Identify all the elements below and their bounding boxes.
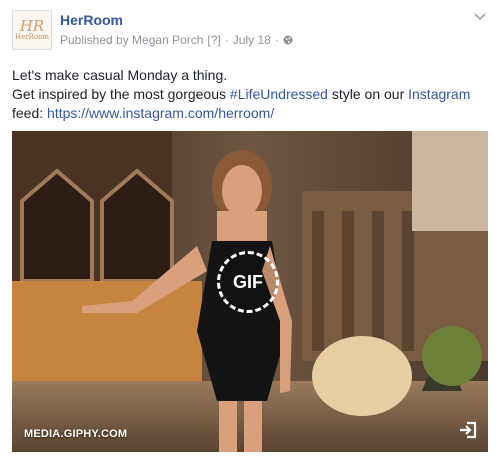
facebook-post: HR HerRoom HerRoom Published by Megan Po… <box>0 0 499 464</box>
post-header: HR HerRoom HerRoom Published by Megan Po… <box>12 10 487 54</box>
globe-icon[interactable] <box>283 35 293 45</box>
post-date-link[interactable]: July 18 <box>233 33 271 47</box>
published-by-text: Published by Megan Porch <box>60 33 204 47</box>
post-meta: Published by Megan Porch [?] · July 18 · <box>60 33 293 47</box>
message-line-2: Get inspired by the most gorgeous #LifeU… <box>12 85 488 104</box>
page-avatar[interactable]: HR HerRoom <box>12 10 52 50</box>
media-source: MEDIA.GIPHY.COM <box>24 428 128 440</box>
gif-badge[interactable]: GIF <box>217 251 279 313</box>
hashtag-link[interactable]: #LifeUndressed <box>230 86 328 102</box>
chevron-down-icon[interactable] <box>473 12 487 22</box>
open-external-icon[interactable] <box>458 420 478 440</box>
message-text: style on our <box>327 86 409 102</box>
message-text: Get inspired by the most gorgeous <box>12 86 230 102</box>
page-name-link[interactable]: HerRoom <box>60 12 123 28</box>
meta-separator-2: · <box>274 33 279 47</box>
message-line-3: feed: https://www.instagram.com/herroom/ <box>12 104 488 123</box>
meta-separator: · <box>224 33 229 47</box>
logo-text: HerRoom <box>15 32 49 41</box>
help-marker[interactable]: [?] <box>207 33 220 47</box>
url-link[interactable]: https://www.instagram.com/herroom/ <box>47 105 274 121</box>
post-message: Let's make casual Monday a thing. Get in… <box>12 66 488 123</box>
instagram-link[interactable]: Instagram <box>408 86 470 102</box>
logo-mark: HR <box>19 16 45 35</box>
gif-media[interactable]: GIF MEDIA.GIPHY.COM <box>12 131 488 452</box>
message-text: feed: <box>12 105 48 121</box>
message-line-1: Let's make casual Monday a thing. <box>12 67 228 83</box>
